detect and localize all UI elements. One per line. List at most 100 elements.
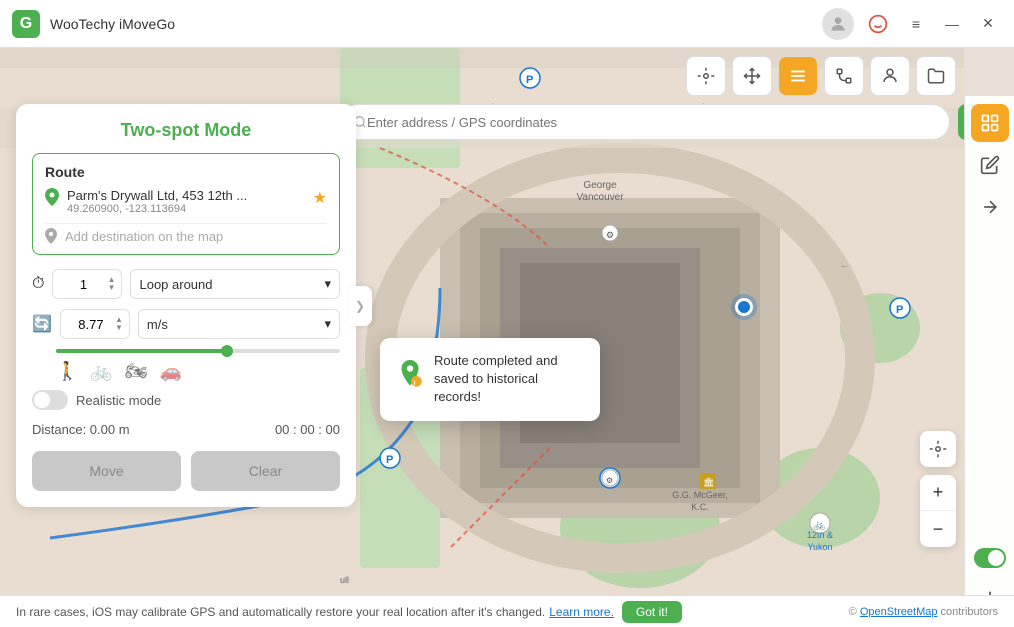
folder-icon [927, 67, 945, 85]
list-button[interactable] [778, 56, 818, 96]
route-completed-popup: ! Route completed and saved to historica… [380, 338, 600, 421]
repeat-mode-value: Loop around [139, 277, 212, 292]
slider-thumb [221, 345, 233, 357]
action-buttons: Move Clear [32, 451, 340, 491]
speed-icon: 🔄 [32, 314, 52, 334]
learn-more-link[interactable]: Learn more. [549, 605, 614, 619]
svg-text:ull: ull [340, 575, 349, 585]
from-pin-icon [45, 188, 59, 206]
crosshair-button[interactable] [686, 56, 726, 96]
route-label: Route [45, 164, 327, 180]
route-to[interactable]: Add destination on the map [45, 223, 327, 244]
panel-title: Two-spot Mode [32, 120, 340, 141]
speed-input[interactable]: 8.77 ▲ ▼ [60, 309, 130, 339]
svg-text:G.G. McGeer,: G.G. McGeer, [672, 490, 728, 500]
close-button[interactable]: ✕ [974, 10, 1002, 38]
repeat-count-value: 1 [59, 277, 107, 292]
from-coords: 49.260900, -123.113694 [67, 203, 305, 215]
sidebar-icon-toggle[interactable] [971, 539, 1009, 577]
svg-text:Vancouver: Vancouver [576, 192, 624, 203]
location-dot [735, 298, 753, 316]
folder-button[interactable] [916, 56, 956, 96]
title-bar-actions: ≡ — ✕ [822, 8, 1002, 40]
speed-down-arrow[interactable]: ▼ [115, 324, 123, 332]
map-toolbar [686, 56, 956, 96]
emoji-icon[interactable] [862, 8, 894, 40]
sidebar-icon-history[interactable] [971, 104, 1009, 142]
walk-transport-btn[interactable]: 🚶 [56, 361, 78, 382]
locate-icon [929, 440, 947, 458]
history-icon [980, 113, 1000, 133]
dropdown-chevron: ▾ [324, 276, 331, 292]
zoom-controls: + − [920, 475, 956, 547]
search-bar [340, 104, 994, 140]
app-logo: G [12, 10, 40, 38]
panel-collapse-button[interactable]: ❯ [348, 286, 372, 326]
route-button[interactable] [824, 56, 864, 96]
distance-value: Distance: 0.00 m [32, 422, 130, 437]
car-transport-btn[interactable]: 🚗 [160, 361, 182, 382]
distance-row: Distance: 0.00 m 00 : 00 : 00 [32, 422, 340, 437]
sidebar-icon-edit[interactable] [971, 146, 1009, 184]
to-placeholder: Add destination on the map [65, 229, 223, 244]
osm-link[interactable]: OpenStreetMap [860, 606, 938, 618]
to-pin-icon [45, 228, 57, 244]
user-avatar[interactable] [822, 8, 854, 40]
realistic-mode-row: Realistic mode [32, 390, 340, 410]
repeat-controls: ⏱ 1 ▲ ▼ Loop around ▾ [32, 269, 340, 299]
svg-text:⚙: ⚙ [606, 230, 614, 240]
svg-text:!: ! [413, 378, 415, 387]
svg-text:⚙: ⚙ [606, 476, 613, 485]
svg-text:🚲: 🚲 [813, 520, 825, 531]
person-button[interactable] [870, 56, 910, 96]
svg-text:P: P [386, 454, 393, 466]
route-icon [835, 67, 853, 85]
repeat-mode-dropdown[interactable]: Loop around ▾ [130, 269, 340, 299]
moto-transport-btn[interactable]: 🏍 [125, 361, 148, 382]
zoom-in-button[interactable]: + [920, 475, 956, 511]
person-icon [881, 67, 899, 85]
locate-button[interactable] [920, 431, 956, 467]
speed-slider-wrap[interactable] [32, 349, 340, 353]
speed-slider[interactable] [56, 349, 340, 353]
svg-text:Yukon: Yukon [807, 542, 832, 552]
transport-row: 🚶 🚲 🏍 🚗 [32, 357, 340, 390]
speed-arrows: ▲ ▼ [115, 316, 123, 332]
search-input-wrap[interactable] [340, 104, 950, 140]
sidebar-icon-arrow[interactable] [971, 188, 1009, 226]
count-down-arrow[interactable]: ▼ [108, 284, 116, 292]
got-it-button[interactable]: Got it! [622, 601, 682, 623]
search-input[interactable] [367, 115, 937, 130]
svg-text:🏛: 🏛 [703, 477, 714, 487]
favorite-button[interactable]: ★ [313, 188, 327, 208]
popup-pin-icon: ! [396, 360, 424, 399]
bike-icon: 🚲 [90, 361, 112, 382]
arrows-icon [743, 67, 761, 85]
move-button[interactable]: Move [32, 451, 181, 491]
move-icon-button[interactable] [732, 56, 772, 96]
speed-unit-dropdown[interactable]: m/s ▾ [138, 309, 340, 339]
clear-button[interactable]: Clear [191, 451, 340, 491]
car-icon: 🚗 [160, 361, 182, 382]
minimize-button[interactable]: — [938, 10, 966, 38]
right-sidebar [964, 96, 1014, 627]
left-panel: Two-spot Mode Route Parm's Drywall Ltd, … [16, 104, 356, 507]
arrow-icon [980, 197, 1000, 217]
title-bar: G WooTechy iMoveGo ≡ — ✕ [0, 0, 1014, 48]
list-icon [789, 67, 807, 85]
toggle-icon [974, 548, 1006, 568]
menu-button[interactable]: ≡ [902, 10, 930, 38]
app-title: WooTechy iMoveGo [50, 16, 822, 32]
realistic-mode-toggle[interactable] [32, 390, 68, 410]
moto-icon: 🏍 [125, 361, 148, 382]
bike-transport-btn[interactable]: 🚲 [90, 361, 112, 382]
map-area[interactable]: ← ← ← P P P P George Vancouver G.G. McGe… [0, 48, 1014, 627]
zoom-out-button[interactable]: − [920, 511, 956, 547]
repeat-count-input[interactable]: 1 ▲ ▼ [52, 269, 122, 299]
popup-text: Route completed and saved to historical … [434, 352, 584, 407]
edit-icon [980, 155, 1000, 175]
svg-text:George: George [583, 180, 617, 191]
unit-dropdown-chevron: ▾ [324, 316, 331, 332]
svg-text:←: ← [840, 260, 850, 271]
osm-credit: © OpenStreetMap contributors [849, 606, 998, 618]
